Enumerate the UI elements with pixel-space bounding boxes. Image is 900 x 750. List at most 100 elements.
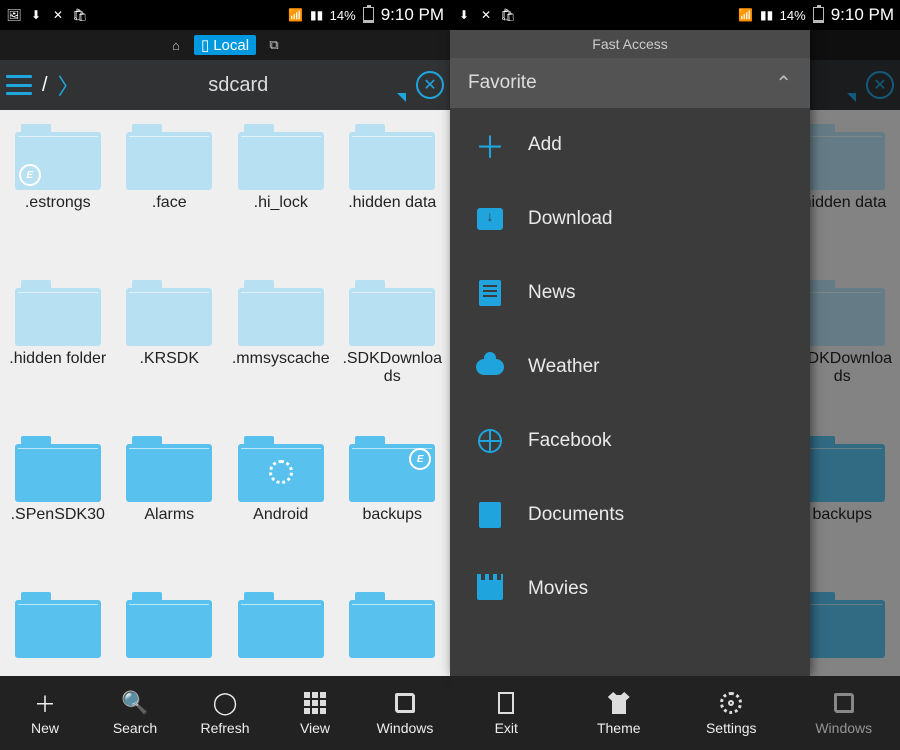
- file-grid: E.estrongs .face .hi_lock .hidden data .…: [0, 110, 450, 676]
- folder-item[interactable]: E.estrongs: [2, 118, 114, 270]
- status-bar: ⬇ ✕ 🛍 📶 ▮▮ 14% 9:10 PM: [450, 0, 900, 30]
- new-button[interactable]: ＋New: [0, 676, 90, 750]
- doc-x-icon: ✕: [478, 7, 494, 23]
- fast-access-panel: Fast Access Favorite ⌃ ＋Add Download New…: [450, 30, 810, 676]
- folder-item[interactable]: .KRSDK: [114, 274, 226, 426]
- folder-icon: [238, 436, 324, 502]
- weather-icon: [476, 353, 504, 381]
- folder-item[interactable]: [337, 586, 449, 676]
- folder-item[interactable]: [2, 586, 114, 676]
- signal-icon: ▮▮: [309, 7, 325, 23]
- image-icon: 🖼: [6, 7, 22, 23]
- panel-item-add[interactable]: ＋Add: [450, 108, 810, 182]
- panel-item-weather[interactable]: Weather: [450, 330, 810, 404]
- download-icon: ⬇: [28, 7, 44, 23]
- bag-check-icon: 🛍: [500, 7, 516, 23]
- exit-icon: [493, 690, 519, 716]
- es-badge-icon: E: [19, 164, 41, 186]
- settings-button[interactable]: Settings: [675, 676, 788, 750]
- search-button[interactable]: 🔍Search: [90, 676, 180, 750]
- signal-icon: ▮▮: [759, 7, 775, 23]
- refresh-button[interactable]: ◯Refresh: [180, 676, 270, 750]
- refresh-icon: ◯: [212, 690, 238, 716]
- folder-icon: [15, 436, 101, 502]
- close-button[interactable]: ✕: [416, 71, 444, 99]
- folder-icon: [349, 124, 435, 190]
- panel-item-download[interactable]: Download: [450, 182, 810, 256]
- battery-icon: [363, 7, 374, 23]
- battery-percent: 14%: [330, 8, 356, 23]
- panel-title: Fast Access: [450, 30, 810, 58]
- folder-icon: [238, 592, 324, 658]
- plus-icon: ＋: [476, 131, 504, 159]
- battery-icon: [813, 7, 824, 23]
- gear-icon: [718, 690, 744, 716]
- status-bar: 🖼 ⬇ ✕ 🛍 📶 ▮▮ 14% 9:10 PM: [0, 0, 450, 30]
- folder-icon: [126, 280, 212, 346]
- folder-item[interactable]: [225, 586, 337, 676]
- folder-item[interactable]: .mmsyscache: [225, 274, 337, 426]
- tab-local[interactable]: ▯Local: [194, 35, 256, 55]
- folder-icon: [238, 124, 324, 190]
- bottom-toolbar: ＋New 🔍Search ◯Refresh View Windows: [0, 676, 450, 750]
- exit-button[interactable]: Exit: [450, 676, 563, 750]
- folder-item[interactable]: Ebackups: [337, 430, 449, 582]
- device-icon: ▯: [201, 36, 209, 54]
- folder-item[interactable]: Alarms: [114, 430, 226, 582]
- status-time: 9:10 PM: [381, 5, 444, 25]
- dropdown-icon[interactable]: [397, 93, 406, 102]
- folder-icon: [126, 436, 212, 502]
- panel-item-news[interactable]: News: [450, 256, 810, 330]
- download-icon: [476, 205, 504, 233]
- wifi-icon: 📶: [738, 7, 754, 23]
- folder-icon: [126, 124, 212, 190]
- folder-icon: E: [15, 124, 101, 190]
- folder-icon: [15, 592, 101, 658]
- folder-icon: [15, 280, 101, 346]
- battery-percent: 14%: [780, 8, 806, 23]
- path-bar: / 〉 sdcard ✕: [0, 60, 450, 110]
- dropdown-icon: [847, 93, 856, 102]
- folder-item[interactable]: Android: [225, 430, 337, 582]
- plus-icon: ＋: [32, 690, 58, 716]
- window-tabs: ⌂ ▯Local ⧉: [0, 30, 450, 60]
- panel-item-documents[interactable]: Documents: [450, 478, 810, 552]
- folder-item[interactable]: [114, 586, 226, 676]
- multi-window-icon[interactable]: ⧉: [266, 37, 282, 53]
- path-root[interactable]: /: [42, 74, 48, 97]
- folder-item[interactable]: .hidden folder: [2, 274, 114, 426]
- folder-item[interactable]: .hi_lock: [225, 118, 337, 270]
- bag-check-icon: 🛍: [72, 7, 88, 23]
- panel-item-movies[interactable]: Movies: [450, 552, 810, 626]
- windows-button[interactable]: Windows: [788, 676, 900, 750]
- chevron-up-icon: ⌃: [775, 71, 792, 96]
- globe-icon: [476, 427, 504, 455]
- folder-item[interactable]: .face: [114, 118, 226, 270]
- path-current[interactable]: sdcard: [90, 74, 387, 97]
- movie-icon: [476, 575, 504, 603]
- panel-item-facebook[interactable]: Facebook: [450, 404, 810, 478]
- folder-icon: [349, 592, 435, 658]
- folder-icon: [349, 280, 435, 346]
- folder-icon: [126, 592, 212, 658]
- folder-icon: E: [349, 436, 435, 502]
- folder-item[interactable]: .hidden data: [337, 118, 449, 270]
- shirt-icon: [606, 690, 632, 716]
- folder-item[interactable]: .SPenSDK30: [2, 430, 114, 582]
- panel-section-favorite[interactable]: Favorite ⌃: [450, 58, 810, 108]
- folder-item[interactable]: .SDKDownloads: [337, 274, 449, 426]
- windows-icon: [831, 690, 857, 716]
- news-icon: [476, 279, 504, 307]
- theme-button[interactable]: Theme: [563, 676, 676, 750]
- doc-x-icon: ✕: [50, 7, 66, 23]
- close-button: ✕: [866, 71, 894, 99]
- download-icon: ⬇: [456, 7, 472, 23]
- status-time: 9:10 PM: [831, 5, 894, 25]
- view-button[interactable]: View: [270, 676, 360, 750]
- wifi-icon: 📶: [288, 7, 304, 23]
- menu-button[interactable]: [6, 75, 32, 95]
- windows-button[interactable]: Windows: [360, 676, 450, 750]
- chevron-right-icon: 〉: [58, 69, 80, 101]
- folder-icon: [238, 280, 324, 346]
- home-icon[interactable]: ⌂: [168, 37, 184, 53]
